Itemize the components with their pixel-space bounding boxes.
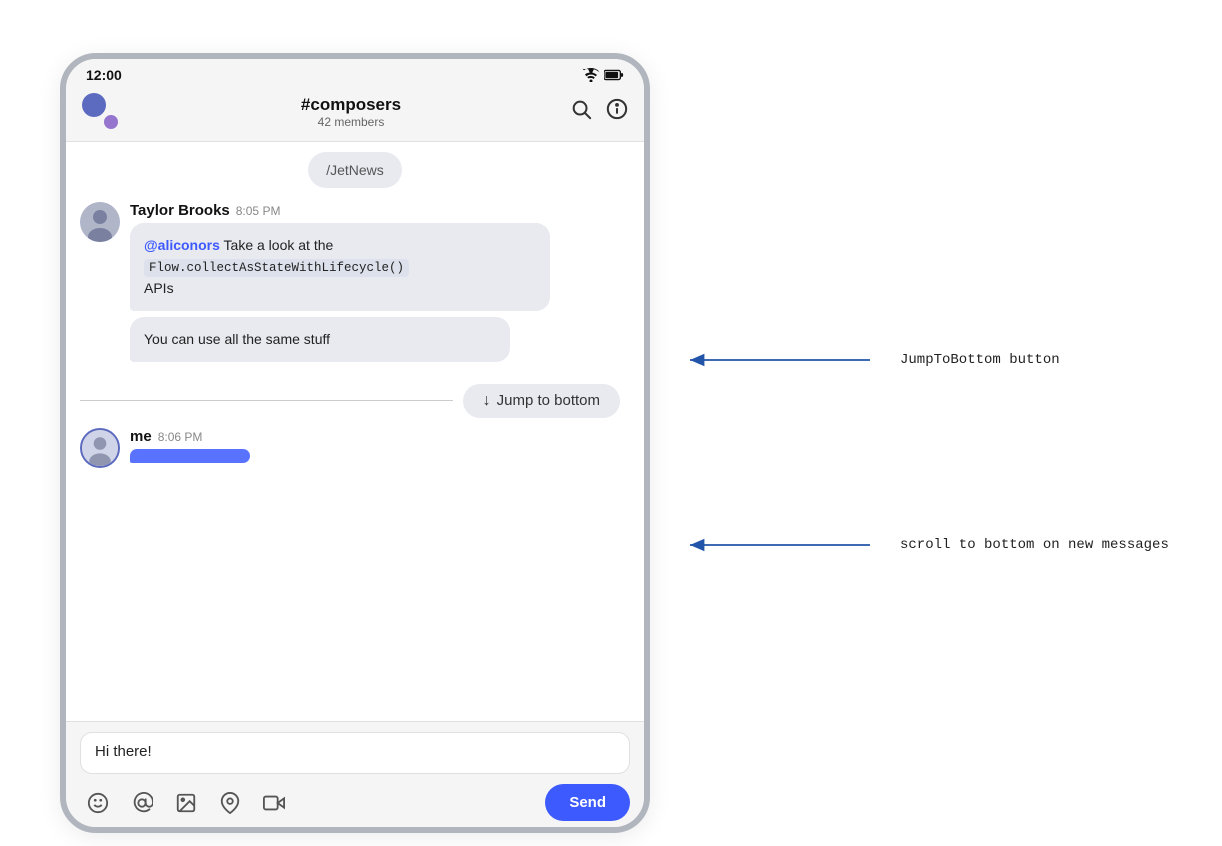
search-icon[interactable] xyxy=(570,98,592,126)
bubble-1-suffix: APIs xyxy=(144,280,174,296)
avatar-circle-2 xyxy=(102,113,120,131)
message-content-taylor: Taylor Brooks 8:05 PM @aliconors Take a … xyxy=(130,202,630,368)
jump-arrow-line xyxy=(680,345,880,375)
header-actions xyxy=(570,98,628,126)
jump-annotation: JumpToBottom button xyxy=(680,345,1060,375)
status-time: 12:00 xyxy=(86,67,122,83)
message-content-me: me 8:06 PM xyxy=(130,428,630,463)
status-bar: 12:00 xyxy=(66,59,644,87)
input-toolbar: Send xyxy=(80,784,630,821)
avatar-me xyxy=(80,428,120,468)
message-input[interactable]: Hi there! xyxy=(80,732,630,774)
time-taylor: 8:05 PM xyxy=(236,204,281,218)
me-message-partial xyxy=(130,449,250,463)
message-row-taylor: Taylor Brooks 8:05 PM @aliconors Take a … xyxy=(80,202,630,368)
code-snippet: Flow.collectAsStateWithLifecycle() xyxy=(144,259,409,277)
scroll-annotation-text: scroll to bottom on new messages xyxy=(900,537,1169,553)
jump-to-bottom-button[interactable]: ↓ Jump to bottom xyxy=(463,384,620,418)
prev-message-text: /JetNews xyxy=(326,162,384,178)
members-count: 42 members xyxy=(132,115,570,129)
input-text: Hi there! xyxy=(95,743,152,760)
annotations: JumpToBottom button scroll to bottom on … xyxy=(680,0,1180,846)
location-button[interactable] xyxy=(212,785,248,821)
mention-aliconors: @aliconors xyxy=(144,237,220,253)
bubble-1-text: Take a look at the xyxy=(224,237,334,253)
channel-avatar xyxy=(82,93,120,131)
message-header-taylor: Taylor Brooks 8:05 PM xyxy=(130,202,630,219)
input-area: Hi there! xyxy=(66,721,644,827)
sender-taylor: Taylor Brooks xyxy=(130,202,230,219)
time-me: 8:06 PM xyxy=(158,430,203,444)
info-icon[interactable] xyxy=(606,98,628,126)
divider-line xyxy=(80,400,453,401)
channel-name: #composers xyxy=(132,95,570,115)
video-button[interactable] xyxy=(256,785,292,821)
prev-message-bubble: /JetNews xyxy=(308,152,402,188)
messages-area: /JetNews Taylor Brooks 8:05 PM xyxy=(66,142,644,721)
send-button[interactable]: Send xyxy=(545,784,630,821)
message-header-me: me 8:06 PM xyxy=(130,428,630,445)
status-icons xyxy=(582,68,624,82)
scroll-arrow-line xyxy=(680,530,880,560)
wifi-icon xyxy=(582,68,600,82)
phone-frame: 12:00 #compose xyxy=(60,53,650,833)
mention-button[interactable] xyxy=(124,785,160,821)
jump-arrow-icon: ↓ xyxy=(483,392,491,410)
emoji-button[interactable] xyxy=(80,785,116,821)
message-bubble-2: You can use all the same stuff xyxy=(130,317,510,362)
header-title-group: #composers 42 members xyxy=(132,95,570,129)
image-button[interactable] xyxy=(168,785,204,821)
battery-icon xyxy=(604,69,624,81)
message-row-me: me 8:06 PM xyxy=(80,428,630,468)
phone-wrapper: 12:00 #compose xyxy=(60,53,650,833)
jump-annotation-text: JumpToBottom button xyxy=(900,352,1060,368)
app-header: #composers 42 members xyxy=(66,87,644,142)
jump-to-bottom-label: Jump to bottom xyxy=(497,392,600,409)
sender-me: me xyxy=(130,428,152,445)
avatar-circle-1 xyxy=(82,93,106,117)
avatar-taylor xyxy=(80,202,120,242)
bubble-2-text: You can use all the same stuff xyxy=(144,331,330,347)
jump-to-bottom-row: ↓ Jump to bottom xyxy=(80,384,630,418)
scroll-annotation: scroll to bottom on new messages xyxy=(680,530,1169,560)
message-bubble-1: @aliconors Take a look at the Flow.colle… xyxy=(130,223,550,311)
